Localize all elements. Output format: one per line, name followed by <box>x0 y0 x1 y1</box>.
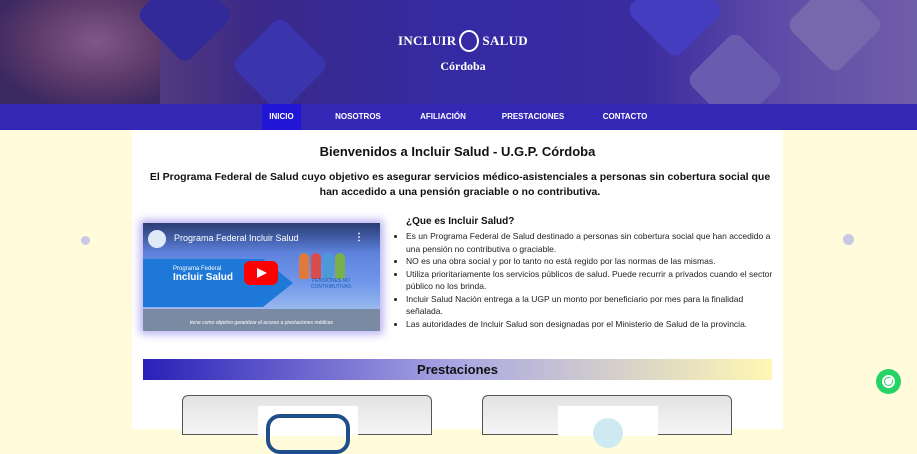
logo-wordmark: INCLUIR SALUD <box>398 30 528 52</box>
main-content: Bienvenidos a Incluir Salud - U.G.P. Cór… <box>132 130 783 454</box>
video-embed[interactable]: Programa Federal Incluir Salud PENSIONES… <box>143 223 380 331</box>
hero-banner: INCLUIR SALUD Córdoba <box>0 0 917 104</box>
prestacion-card[interactable] <box>482 395 732 448</box>
list-item: Incluir Salud Nación entrega a la UGP un… <box>406 293 778 318</box>
video-title[interactable]: Programa Federal Incluir Salud <box>174 233 299 243</box>
site-logo[interactable]: INCLUIR SALUD Córdoba <box>398 30 528 74</box>
intro-text: El Programa Federal de Salud cuyo objeti… <box>149 171 771 198</box>
channel-avatar-icon[interactable] <box>148 230 166 248</box>
list-item: Es un Programa Federal de Salud destinad… <box>406 230 778 255</box>
list-item: NO es una obra social y por lo tanto no … <box>406 255 778 268</box>
list-item: Utiliza prioritariamente los servicios p… <box>406 268 778 293</box>
video-bottom-text: tiene como objetivo garantizar el acceso… <box>189 320 334 326</box>
prestaciones-heading-band: Prestaciones <box>143 359 772 380</box>
nav-item-afiliacion[interactable]: AFILIACIÓN <box>413 104 473 130</box>
video-overlay-big: Incluir Salud <box>173 272 234 283</box>
logo-name-left: INCLUIR <box>398 33 457 48</box>
nav-item-inicio[interactable]: INICIO <box>262 104 301 130</box>
nav-item-prestaciones[interactable]: PRESTACIONES <box>498 104 568 130</box>
main-nav: INICIO NOSOTROS AFILIACIÓN PRESTACIONES … <box>0 104 917 130</box>
logo-city: Córdoba <box>440 59 486 73</box>
nav-item-nosotros[interactable]: NOSOTROS <box>328 104 388 130</box>
prestacion-icon <box>593 418 623 448</box>
video-menu-icon[interactable]: ⋮ <box>354 232 364 243</box>
nav-item-contacto[interactable]: CONTACTO <box>595 104 655 130</box>
list-item: Las autoridades de Incluir Salud son des… <box>406 318 778 331</box>
about-title: ¿Que es Incluir Salud? <box>406 216 515 227</box>
video-pensiones-text: PENSIONES NO CONTRIBUTIVAS <box>310 278 352 290</box>
prestacion-card[interactable] <box>182 395 432 454</box>
prestacion-card-image <box>558 406 658 448</box>
prestacion-icon <box>266 414 350 454</box>
page-title: Bienvenidos a Incluir Salud - U.G.P. Cór… <box>319 144 596 159</box>
logo-emblem-icon <box>459 30 480 52</box>
logo-name-right: SALUD <box>482 33 528 48</box>
carousel-prev-dot[interactable] <box>81 236 90 245</box>
video-people-graphic <box>299 253 359 281</box>
about-bullets: Es un Programa Federal de Salud destinad… <box>394 230 778 330</box>
play-button-icon[interactable] <box>244 261 278 285</box>
carousel-next-dot[interactable] <box>843 234 854 245</box>
whatsapp-icon[interactable] <box>876 369 901 394</box>
prestaciones-heading: Prestaciones <box>417 362 498 377</box>
video-overlay-text: Programa Federal Incluir Salud <box>173 266 233 283</box>
prestacion-card-image <box>258 406 358 454</box>
